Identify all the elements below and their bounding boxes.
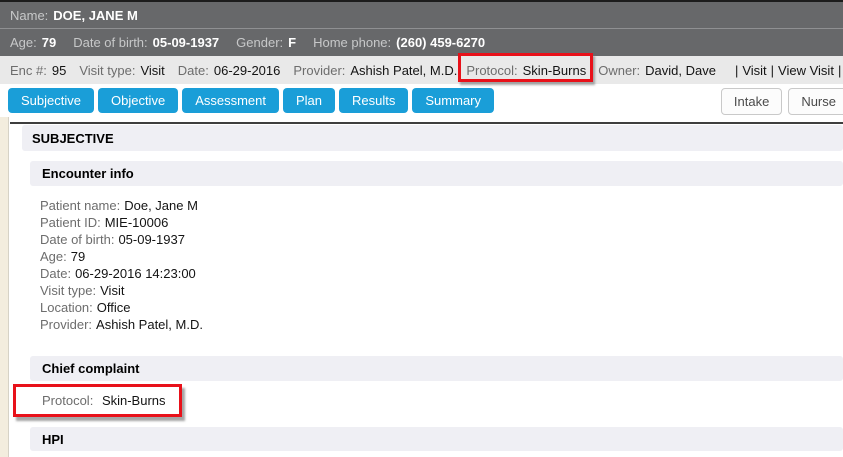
encounter-protocol: Protocol: Skin-Burns [466,63,586,78]
tab-assessment[interactable]: Assessment [182,88,279,113]
owner-value: David, Dave [645,63,716,78]
dob-value: 05-09-1937 [153,35,220,50]
tab-summary[interactable]: Summary [412,88,494,113]
tab-results[interactable]: Results [339,88,408,113]
subjective-title: SUBJECTIVE [32,131,114,146]
link-separator: | [771,63,774,78]
patient-name: DOE, JANE M [53,8,138,23]
encounter-info-details: Patient name:Doe, Jane M Patient ID:MIE-… [40,197,843,333]
note-tab-row: Subjective Objective Assessment Plan Res… [0,84,843,117]
protocol-label: Protocol: [466,63,517,78]
enc-number-value: 95 [52,63,66,78]
note-content: SUBJECTIVE Encounter info Patient name:D… [0,117,843,457]
owner-label: Owner: [598,63,640,78]
right-button-group: Intake Nurse [715,88,843,115]
visit-link[interactable]: Visit [742,63,766,78]
encounter-info-title: Encounter info [42,166,134,181]
age-value: 79 [42,35,56,50]
protocol-value: Skin-Burns [523,63,587,78]
chief-complaint-protocol: Protocol: Skin-Burns [42,392,166,409]
provider-label: Provider: [293,63,345,78]
detail-row-provider: Provider:Ashish Patel, M.D. [40,316,843,333]
section-header-subjective: SUBJECTIVE [22,125,843,151]
detail-row-age: Age:79 [40,248,843,265]
cc-protocol-label: Protocol: [42,393,93,408]
visit-type-value: Visit [140,63,164,78]
nurse-button[interactable]: Nurse [788,88,843,115]
home-phone-value: (260) 459-6270 [396,35,485,50]
tab-subjective[interactable]: Subjective [8,88,94,113]
home-phone-label: Home phone: [313,35,391,50]
encounter-date-label: Date: [178,63,209,78]
section-header-hpi: HPI [30,427,843,451]
section-header-encounter-info: Encounter info [30,161,843,186]
demographics-banner: Age: 79 Date of birth: 05-09-1937 Gender… [0,28,843,56]
gender-label: Gender: [236,35,283,50]
detail-row-dob: Date of birth:05-09-1937 [40,231,843,248]
content-top-divider [10,122,843,124]
intake-button[interactable]: Intake [721,88,782,115]
tab-objective[interactable]: Objective [98,88,178,113]
link-separator: | [735,63,738,78]
patient-name-banner: Name: DOE, JANE M [0,0,843,28]
view-visit-link[interactable]: View Visit [778,63,834,78]
name-label: Name: [10,8,48,23]
cc-protocol-value: Skin-Burns [102,393,166,408]
detail-row-visit-type: Visit type:Visit [40,282,843,299]
visit-type-label: Visit type: [79,63,135,78]
provider-value: Ashish Patel, M.D. [350,63,457,78]
ehr-encounter-screen: Name: DOE, JANE M Age: 79 Date of birth:… [0,0,843,457]
section-header-chief-complaint: Chief complaint [30,356,843,381]
detail-row-location: Location:Office [40,299,843,316]
dob-label: Date of birth: [73,35,147,50]
encounter-date-value: 06-29-2016 [214,63,281,78]
chief-complaint-title: Chief complaint [42,361,140,376]
detail-row-patient-id: Patient ID:MIE-10006 [40,214,843,231]
encounter-links: | Visit | View Visit | [731,63,843,78]
detail-row-date: Date:06-29-2016 14:23:00 [40,265,843,282]
enc-number-label: Enc #: [10,63,47,78]
age-label: Age: [10,35,37,50]
encounter-bar: Enc #: 95 Visit type: Visit Date: 06-29-… [0,56,843,84]
detail-row-patient-name: Patient name:Doe, Jane M [40,197,843,214]
tab-plan[interactable]: Plan [283,88,335,113]
hpi-title: HPI [42,432,64,447]
link-separator: | [838,63,841,78]
left-margin-strip [0,117,9,457]
gender-value: F [288,35,296,50]
